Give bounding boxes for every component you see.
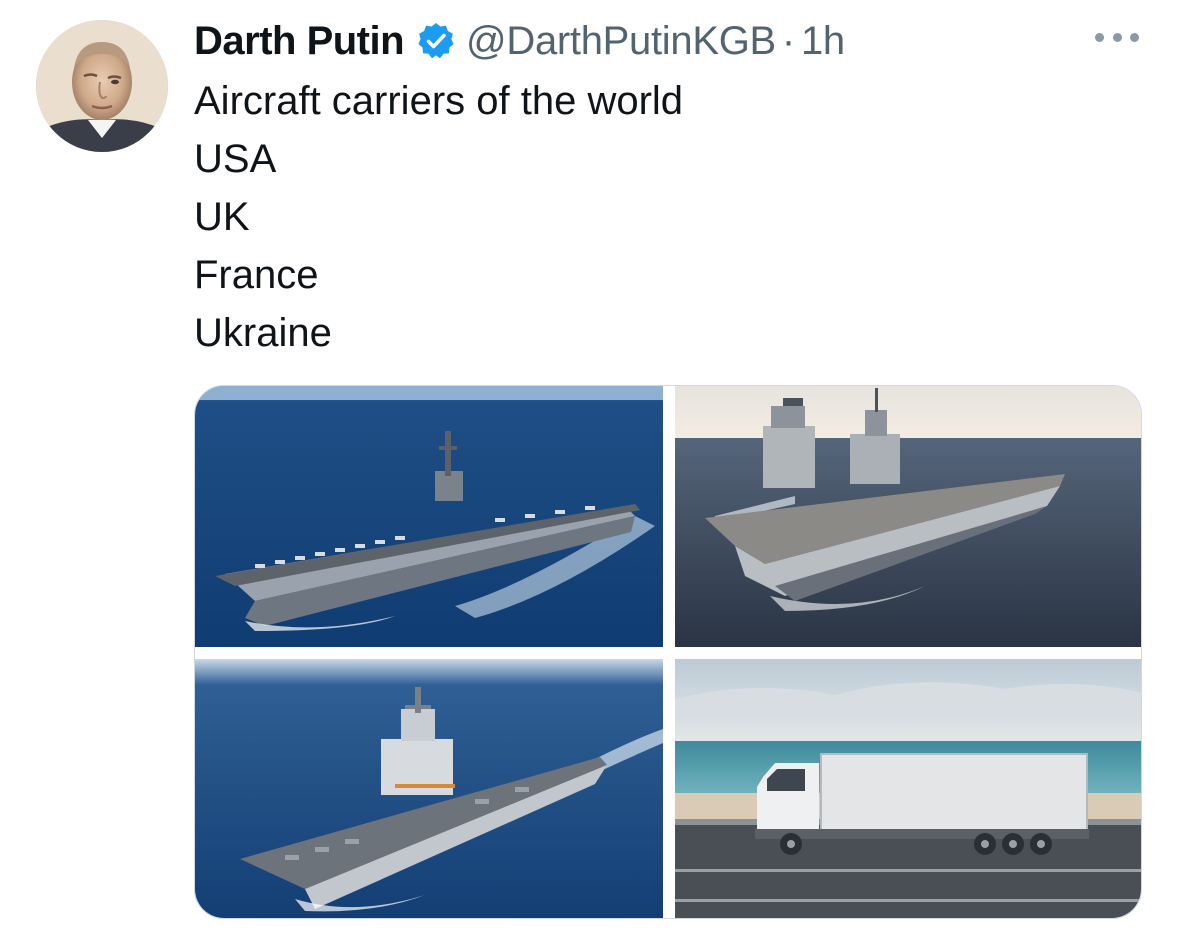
media-grid [194, 385, 1142, 919]
avatar-photo [36, 20, 168, 152]
user-handle[interactable]: @DarthPutinKGB [466, 19, 776, 64]
dot-1 [1095, 32, 1104, 42]
media-photo-usa-carrier[interactable] [195, 386, 663, 647]
media-photo-truck[interactable] [675, 659, 1141, 918]
more-options-icon[interactable] [1095, 22, 1139, 52]
tweet: Darth Putin @DarthPutinKGB · 1h Aircraft… [0, 0, 1179, 947]
verified-badge-icon[interactable] [416, 21, 456, 61]
display-name[interactable]: Darth Putin [194, 19, 405, 64]
tweet-text-line: Aircraft carriers of the world [194, 79, 684, 123]
separator-dot: · [781, 18, 795, 63]
tweet-text-line: Ukraine [194, 311, 332, 355]
media-photo-uk-carrier[interactable] [675, 386, 1141, 647]
tweet-text-line: France [194, 253, 319, 297]
tweet-text-line: UK [194, 195, 250, 239]
timestamp[interactable]: 1h [801, 19, 845, 64]
dot-2 [1112, 32, 1122, 42]
tweet-text: Aircraft carriers of the world USA UK Fr… [194, 72, 683, 362]
dot-3 [1130, 32, 1139, 42]
media-photo-france-carrier[interactable] [195, 659, 663, 918]
tweet-text-line: USA [194, 137, 277, 181]
avatar[interactable] [36, 20, 168, 152]
tweet-header: Darth Putin @DarthPutinKGB · 1h [194, 14, 845, 68]
